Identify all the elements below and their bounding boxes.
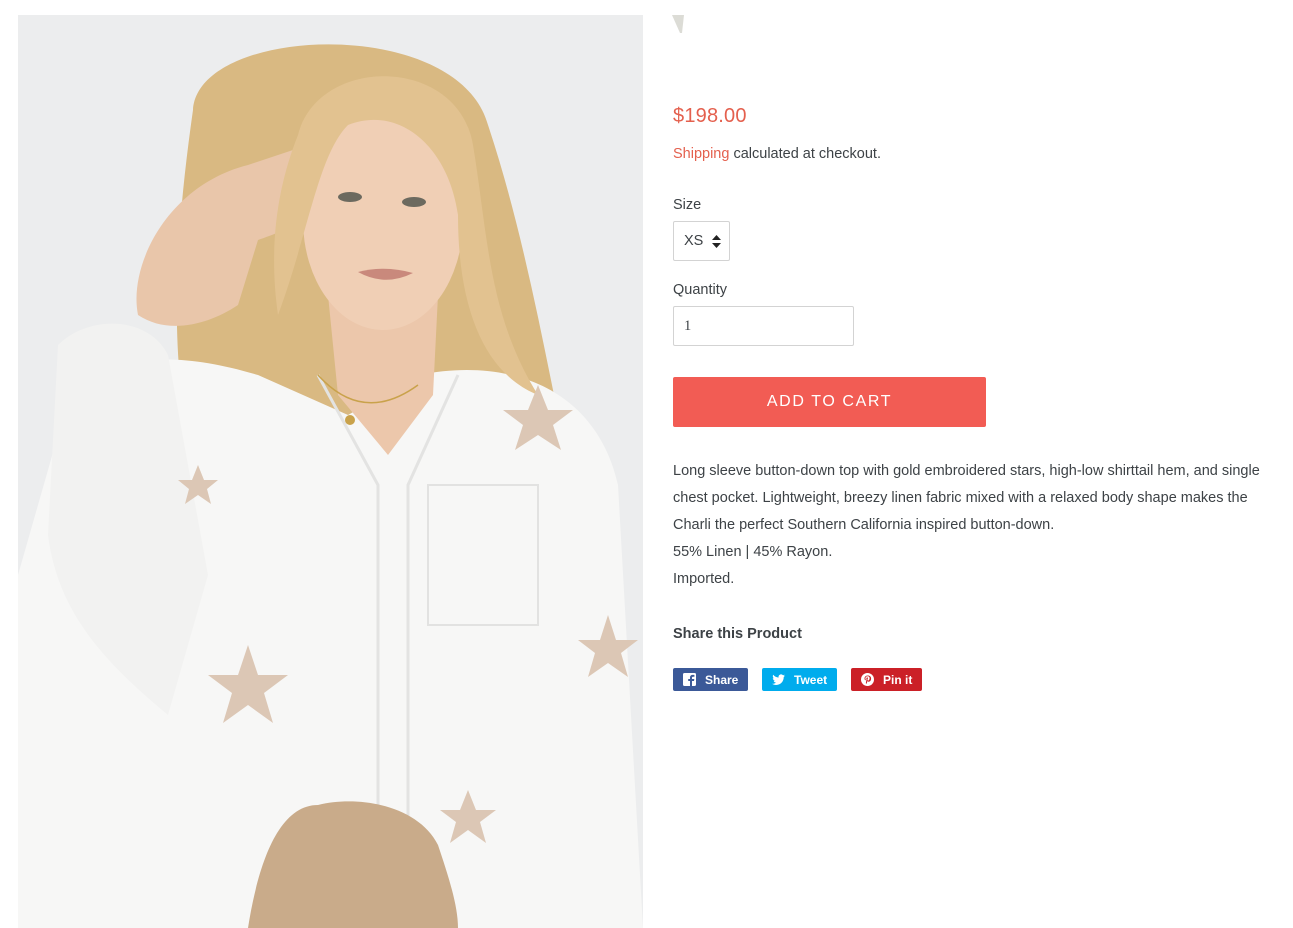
twitter-tweet-label: Tweet [794,672,828,687]
quantity-input[interactable] [673,306,854,346]
description-paragraph: Long sleeve button-down top with gold em… [673,463,1260,533]
shipping-note: Shipping calculated at checkout. [673,146,881,162]
size-select[interactable]: XS [673,221,730,261]
thumbnail-fragment [672,15,684,33]
pinterest-pin-label: Pin it [883,672,913,687]
shipping-link[interactable]: Shipping [673,146,729,162]
share-title: Share this Product [673,626,802,642]
select-arrows-icon [712,235,721,248]
product-image[interactable] [18,15,643,928]
product-price: $198.00 [673,105,747,127]
facebook-share-label: Share [705,672,739,687]
add-to-cart-button[interactable]: Add to cart [673,377,986,427]
facebook-icon [683,673,696,686]
shipping-text: calculated at checkout. [729,146,881,162]
size-label: Size [673,197,702,213]
pinterest-pin-button[interactable]: Pin it [851,668,922,691]
pinterest-icon [861,673,874,686]
twitter-icon [772,674,785,685]
product-description: Long sleeve button-down top with gold em… [673,458,1288,593]
quantity-label: Quantity [673,282,727,298]
description-origin: Imported. [673,571,735,587]
description-material: 55% Linen | 45% Rayon. [673,544,833,560]
facebook-share-button[interactable]: Share [673,668,748,691]
size-select-value: XS [684,233,704,249]
twitter-tweet-button[interactable]: Tweet [762,668,837,691]
